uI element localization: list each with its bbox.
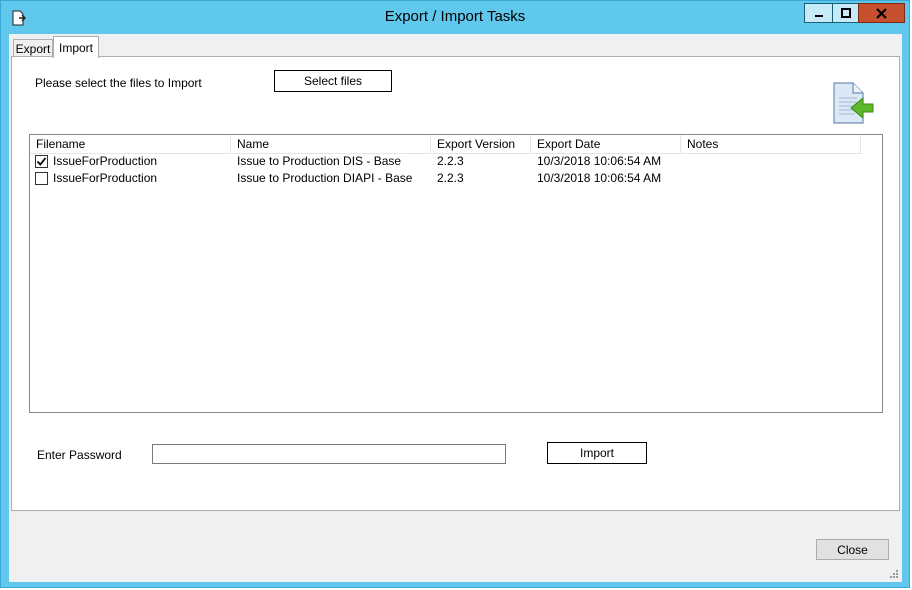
maximize-button[interactable] bbox=[832, 3, 859, 23]
password-label: Enter Password bbox=[37, 448, 122, 462]
column-name[interactable]: Name bbox=[231, 135, 431, 153]
cell-export-date: 10/3/2018 10:06:54 AM bbox=[537, 171, 662, 185]
tab-export[interactable]: Export bbox=[13, 39, 53, 57]
row-checkbox[interactable] bbox=[35, 155, 48, 168]
password-field[interactable] bbox=[152, 444, 506, 464]
cell-name: Issue to Production DIS - Base bbox=[237, 154, 402, 168]
column-export-date[interactable]: Export Date bbox=[531, 135, 681, 153]
cell-export-version: 2.2.3 bbox=[437, 171, 464, 185]
import-tab-panel: Please select the files to Import Select… bbox=[11, 56, 900, 511]
cell-export-version: 2.2.3 bbox=[437, 154, 464, 168]
close-button[interactable]: Close bbox=[816, 539, 889, 560]
column-notes[interactable]: Notes bbox=[681, 135, 861, 153]
close-window-button[interactable] bbox=[858, 3, 905, 23]
maximize-icon bbox=[840, 8, 851, 18]
resize-grip-icon[interactable] bbox=[889, 569, 899, 579]
select-files-instruction: Please select the files to Import bbox=[35, 76, 202, 90]
list-header: Filename Name Export Version Export Date… bbox=[30, 135, 862, 154]
column-filename[interactable]: Filename bbox=[30, 135, 231, 153]
import-document-icon bbox=[833, 82, 874, 124]
import-button[interactable]: Import bbox=[547, 442, 647, 464]
table-row[interactable]: IssueForProduction Issue to Production D… bbox=[30, 170, 880, 187]
import-files-list[interactable]: Filename Name Export Version Export Date… bbox=[29, 134, 883, 413]
tab-import[interactable]: Import bbox=[53, 36, 99, 58]
cell-filename: IssueForProduction bbox=[53, 154, 158, 168]
title-bar[interactable]: Export / Import Tasks bbox=[1, 1, 909, 35]
cell-name: Issue to Production DIAPI - Base bbox=[237, 171, 413, 185]
window-title: Export / Import Tasks bbox=[384, 8, 526, 25]
checkmark-icon bbox=[36, 157, 47, 166]
export-import-window: Export / Import Tasks Export Import Plea… bbox=[0, 0, 910, 588]
client-area: Export Import Please select the files to… bbox=[9, 34, 902, 582]
close-icon bbox=[876, 7, 887, 19]
cell-export-date: 10/3/2018 10:06:54 AM bbox=[537, 154, 662, 168]
minimize-icon bbox=[814, 15, 823, 17]
cell-filename: IssueForProduction bbox=[53, 171, 158, 185]
column-export-version[interactable]: Export Version bbox=[431, 135, 531, 153]
select-files-button[interactable]: Select files bbox=[274, 70, 392, 92]
table-row[interactable]: IssueForProduction Issue to Production D… bbox=[30, 153, 880, 170]
minimize-button[interactable] bbox=[804, 3, 833, 23]
row-checkbox[interactable] bbox=[35, 172, 48, 185]
